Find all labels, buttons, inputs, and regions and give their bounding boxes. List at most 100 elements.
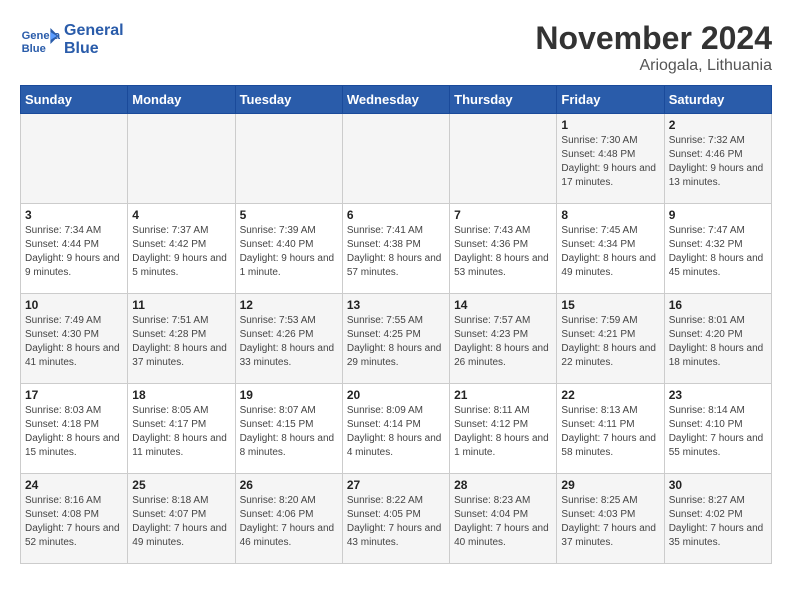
cell-content: Sunrise: 7:51 AM Sunset: 4:28 PM Dayligh… [132, 314, 230, 370]
day-number: 18 [132, 388, 230, 402]
header-tuesday: Tuesday [235, 86, 342, 114]
cell-content: Sunrise: 8:14 AM Sunset: 4:10 PM Dayligh… [669, 404, 767, 460]
calendar-cell: 25 Sunrise: 8:18 AM Sunset: 4:07 PM Dayli… [128, 474, 235, 564]
day-number: 28 [454, 478, 552, 492]
calendar-cell: 4 Sunrise: 7:37 AM Sunset: 4:42 PM Daylig… [128, 204, 235, 294]
title-area: November 2024 Ariogala, Lithuania [535, 20, 772, 75]
calendar-cell [342, 114, 449, 204]
day-number: 10 [25, 298, 123, 312]
cell-content: Sunrise: 8:07 AM Sunset: 4:15 PM Dayligh… [240, 404, 338, 460]
calendar-cell: 1Sunrise: 7:30 AM Sunset: 4:48 PM Daylig… [557, 114, 664, 204]
cell-content: Sunrise: 7:53 AM Sunset: 4:26 PM Dayligh… [240, 314, 338, 370]
day-number: 19 [240, 388, 338, 402]
day-number: 4 [132, 208, 230, 222]
location-subtitle: Ariogala, Lithuania [535, 57, 772, 75]
svg-text:Blue: Blue [22, 43, 46, 55]
day-number: 14 [454, 298, 552, 312]
day-number: 27 [347, 478, 445, 492]
day-number: 23 [669, 388, 767, 402]
calendar-header: SundayMondayTuesdayWednesdayThursdayFrid… [21, 86, 772, 114]
calendar-week-2: 3Sunrise: 7:34 AM Sunset: 4:44 PM Daylig… [21, 204, 772, 294]
cell-content: Sunrise: 8:05 AM Sunset: 4:17 PM Dayligh… [132, 404, 230, 460]
calendar-cell: 6 Sunrise: 7:41 AM Sunset: 4:38 PM Daylig… [342, 204, 449, 294]
cell-content: Sunrise: 8:13 AM Sunset: 4:11 PM Dayligh… [561, 404, 659, 460]
cell-content: Sunrise: 7:30 AM Sunset: 4:48 PM Dayligh… [561, 134, 659, 190]
day-number: 26 [240, 478, 338, 492]
cell-content: Sunrise: 8:25 AM Sunset: 4:03 PM Dayligh… [561, 494, 659, 550]
calendar-week-4: 17Sunrise: 8:03 AM Sunset: 4:18 PM Dayli… [21, 384, 772, 474]
calendar-table: SundayMondayTuesdayWednesdayThursdayFrid… [20, 85, 772, 564]
day-number: 29 [561, 478, 659, 492]
calendar-cell: 19 Sunrise: 8:07 AM Sunset: 4:15 PM Dayli… [235, 384, 342, 474]
cell-content: Sunrise: 8:27 AM Sunset: 4:02 PM Dayligh… [669, 494, 767, 550]
cell-content: Sunrise: 7:39 AM Sunset: 4:40 PM Dayligh… [240, 224, 338, 280]
cell-content: Sunrise: 7:34 AM Sunset: 4:44 PM Dayligh… [25, 224, 123, 280]
header: General Blue General Blue November 2024 … [20, 20, 772, 75]
calendar-cell: 30 Sunrise: 8:27 AM Sunset: 4:02 PM Dayli… [664, 474, 771, 564]
calendar-cell: 17Sunrise: 8:03 AM Sunset: 4:18 PM Dayli… [21, 384, 128, 474]
cell-content: Sunrise: 7:32 AM Sunset: 4:46 PM Dayligh… [669, 134, 767, 190]
calendar-cell: 26 Sunrise: 8:20 AM Sunset: 4:06 PM Dayli… [235, 474, 342, 564]
logo-general: General [64, 22, 124, 40]
day-number: 16 [669, 298, 767, 312]
cell-content: Sunrise: 8:11 AM Sunset: 4:12 PM Dayligh… [454, 404, 552, 460]
cell-content: Sunrise: 8:20 AM Sunset: 4:06 PM Dayligh… [240, 494, 338, 550]
calendar-cell: 8 Sunrise: 7:45 AM Sunset: 4:34 PM Daylig… [557, 204, 664, 294]
day-number: 6 [347, 208, 445, 222]
calendar-cell [21, 114, 128, 204]
calendar-week-5: 24Sunrise: 8:16 AM Sunset: 4:08 PM Dayli… [21, 474, 772, 564]
cell-content: Sunrise: 8:18 AM Sunset: 4:07 PM Dayligh… [132, 494, 230, 550]
cell-content: Sunrise: 8:09 AM Sunset: 4:14 PM Dayligh… [347, 404, 445, 460]
cell-content: Sunrise: 7:45 AM Sunset: 4:34 PM Dayligh… [561, 224, 659, 280]
cell-content: Sunrise: 7:37 AM Sunset: 4:42 PM Dayligh… [132, 224, 230, 280]
cell-content: Sunrise: 7:41 AM Sunset: 4:38 PM Dayligh… [347, 224, 445, 280]
calendar-week-3: 10 Sunrise: 7:49 AM Sunset: 4:30 PM Dayli… [21, 294, 772, 384]
calendar-cell: 27 Sunrise: 8:22 AM Sunset: 4:05 PM Dayli… [342, 474, 449, 564]
calendar-cell: 23 Sunrise: 8:14 AM Sunset: 4:10 PM Dayli… [664, 384, 771, 474]
day-number: 9 [669, 208, 767, 222]
logo-blue: Blue [64, 40, 124, 58]
cell-content: Sunrise: 7:49 AM Sunset: 4:30 PM Dayligh… [25, 314, 123, 370]
cell-content: Sunrise: 7:55 AM Sunset: 4:25 PM Dayligh… [347, 314, 445, 370]
calendar-cell: 5 Sunrise: 7:39 AM Sunset: 4:40 PM Daylig… [235, 204, 342, 294]
calendar-cell: 10 Sunrise: 7:49 AM Sunset: 4:30 PM Dayli… [21, 294, 128, 384]
calendar-cell: 11 Sunrise: 7:51 AM Sunset: 4:28 PM Dayli… [128, 294, 235, 384]
day-number: 22 [561, 388, 659, 402]
cell-content: Sunrise: 8:23 AM Sunset: 4:04 PM Dayligh… [454, 494, 552, 550]
day-number: 17 [25, 388, 123, 402]
day-number: 8 [561, 208, 659, 222]
logo-icon: General Blue [20, 20, 60, 60]
calendar-week-1: 1Sunrise: 7:30 AM Sunset: 4:48 PM Daylig… [21, 114, 772, 204]
calendar-cell: 28 Sunrise: 8:23 AM Sunset: 4:04 PM Dayli… [450, 474, 557, 564]
day-number: 11 [132, 298, 230, 312]
day-number: 30 [669, 478, 767, 492]
day-number: 25 [132, 478, 230, 492]
calendar-cell [235, 114, 342, 204]
calendar-cell [128, 114, 235, 204]
header-monday: Monday [128, 86, 235, 114]
calendar-cell: 12 Sunrise: 7:53 AM Sunset: 4:26 PM Dayli… [235, 294, 342, 384]
cell-content: Sunrise: 7:43 AM Sunset: 4:36 PM Dayligh… [454, 224, 552, 280]
day-number: 21 [454, 388, 552, 402]
cell-content: Sunrise: 7:47 AM Sunset: 4:32 PM Dayligh… [669, 224, 767, 280]
calendar-cell [450, 114, 557, 204]
calendar-cell: 18 Sunrise: 8:05 AM Sunset: 4:17 PM Dayli… [128, 384, 235, 474]
day-number: 13 [347, 298, 445, 312]
day-number: 5 [240, 208, 338, 222]
calendar-cell: 13 Sunrise: 7:55 AM Sunset: 4:25 PM Dayli… [342, 294, 449, 384]
logo: General Blue General Blue [20, 20, 124, 60]
day-number: 12 [240, 298, 338, 312]
cell-content: Sunrise: 8:22 AM Sunset: 4:05 PM Dayligh… [347, 494, 445, 550]
day-number: 7 [454, 208, 552, 222]
month-year-title: November 2024 [535, 20, 772, 57]
header-wednesday: Wednesday [342, 86, 449, 114]
day-number: 2 [669, 118, 767, 132]
cell-content: Sunrise: 7:59 AM Sunset: 4:21 PM Dayligh… [561, 314, 659, 370]
header-saturday: Saturday [664, 86, 771, 114]
day-number: 20 [347, 388, 445, 402]
calendar-cell: 15Sunrise: 7:59 AM Sunset: 4:21 PM Dayli… [557, 294, 664, 384]
calendar-cell: 20 Sunrise: 8:09 AM Sunset: 4:14 PM Dayli… [342, 384, 449, 474]
calendar-cell: 2 Sunrise: 7:32 AM Sunset: 4:46 PM Daylig… [664, 114, 771, 204]
cell-content: Sunrise: 7:57 AM Sunset: 4:23 PM Dayligh… [454, 314, 552, 370]
cell-content: Sunrise: 8:01 AM Sunset: 4:20 PM Dayligh… [669, 314, 767, 370]
